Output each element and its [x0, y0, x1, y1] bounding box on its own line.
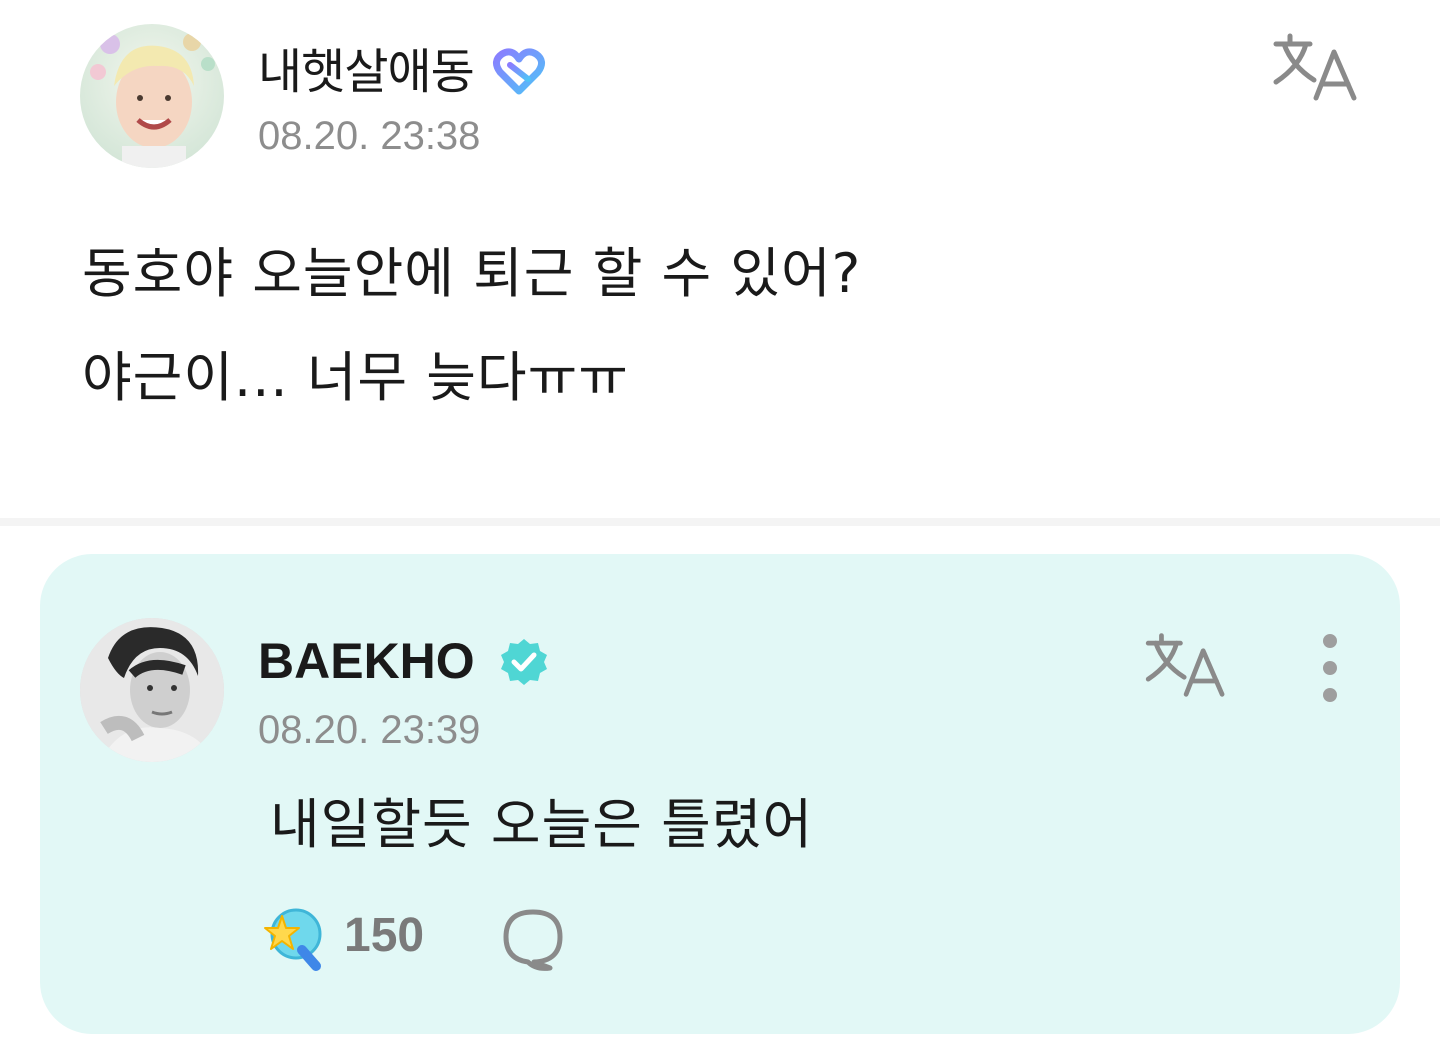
- comment-button[interactable]: [498, 904, 568, 974]
- post-text-line: 야근이... 너무 늦다ㅠㅠ: [82, 346, 629, 409]
- like-button[interactable]: [258, 904, 328, 974]
- reaction-bar: 150: [258, 894, 658, 984]
- fan-post-body: 동호야 오늘안에 퇴근 할 수 있어? 야근이... 너무 늦다ㅠㅠ: [82, 222, 1362, 430]
- fan-username-text: 내햇살애동: [258, 44, 475, 100]
- reply-translate-button[interactable]: [1142, 628, 1234, 700]
- section-divider: [0, 518, 1440, 526]
- verified-badge-icon: [500, 638, 547, 685]
- like-count: 150: [344, 909, 425, 962]
- artist-reply-card: BAEKHO 08.20. 23:39 내일할듯 오늘은 틀렸어 150: [40, 554, 1400, 1034]
- more-vertical-icon: [1306, 634, 1354, 702]
- artist-avatar[interactable]: [80, 618, 224, 762]
- fan-post: 내햇살애동 08.20. 23:38 동호야 오늘안에 퇴근 할 수 있어? 야…: [0, 0, 1440, 520]
- more-options-button[interactable]: [1306, 634, 1354, 702]
- comment-bubble-icon: [503, 909, 563, 971]
- fan-username[interactable]: 내햇살애동: [258, 32, 546, 102]
- fan-post-timestamp: 08.20. 23:38: [258, 114, 481, 158]
- reply-text: 내일할듯 오늘은 틀렸어: [270, 793, 814, 856]
- artist-username-text: BAEKHO: [258, 633, 475, 689]
- translate-icon: [1273, 33, 1357, 101]
- fan-avatar[interactable]: [80, 24, 224, 168]
- post-detail-screen: 내햇살애동 08.20. 23:38 동호야 오늘안에 퇴근 할 수 있어? 야…: [0, 0, 1440, 1063]
- lightstick-like-icon: [264, 908, 322, 971]
- artist-username[interactable]: BAEKHO: [258, 632, 549, 690]
- reply-timestamp: 08.20. 23:39: [258, 708, 481, 752]
- heart-badge-icon: [493, 48, 546, 95]
- translate-button[interactable]: [1270, 28, 1366, 104]
- post-text-line: 동호야 오늘안에 퇴근 할 수 있어?: [82, 242, 862, 305]
- translate-icon: [1145, 633, 1225, 697]
